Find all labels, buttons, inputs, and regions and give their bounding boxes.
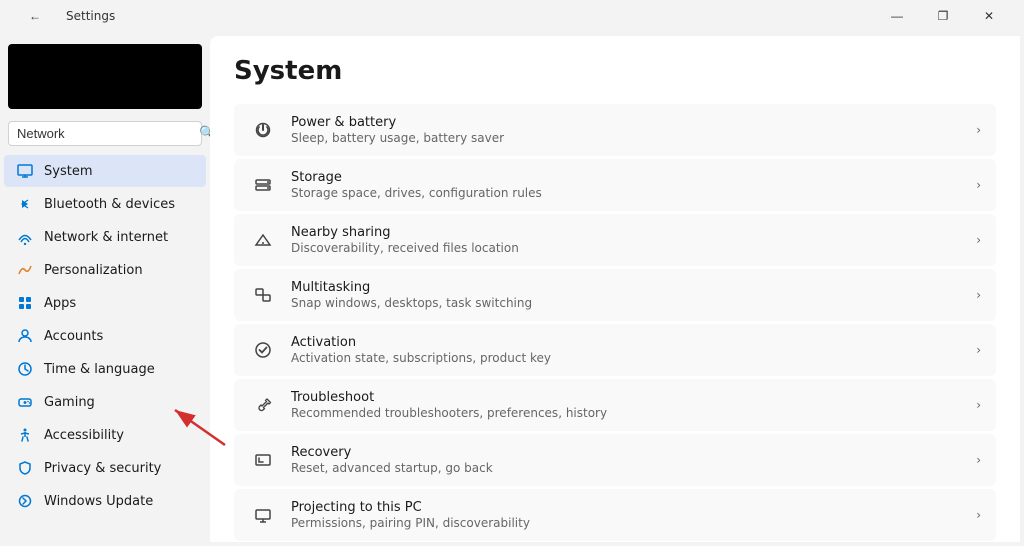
accounts-icon <box>16 327 34 345</box>
sidebar-item-label: Apps <box>44 296 76 311</box>
sidebar-item-label: Bluetooth & devices <box>44 197 175 212</box>
app-body: 🔍 System Bluetooth & devices Network & i… <box>0 32 1024 546</box>
sidebar-item-network[interactable]: Network & internet <box>4 221 206 253</box>
settings-list: Power & battery Sleep, battery usage, ba… <box>234 104 996 542</box>
settings-item-activation[interactable]: Activation Activation state, subscriptio… <box>234 324 996 376</box>
search-input[interactable] <box>17 126 193 141</box>
settings-item-title: Activation <box>291 335 962 350</box>
sidebar-item-label: Privacy & security <box>44 461 161 476</box>
settings-item-title: Troubleshoot <box>291 390 962 405</box>
sidebar-item-label: Time & language <box>44 362 155 377</box>
chevron-right-icon: › <box>976 453 981 467</box>
settings-item-multitasking[interactable]: Multitasking Snap windows, desktops, tas… <box>234 269 996 321</box>
troubleshoot-icon <box>249 391 277 419</box>
settings-item-title: Power & battery <box>291 115 962 130</box>
back-button[interactable]: ← <box>12 0 58 32</box>
title-bar: ← Settings — ❐ ✕ <box>0 0 1024 32</box>
sidebar-item-label: Windows Update <box>44 494 153 509</box>
sidebar-item-privacy[interactable]: Privacy & security <box>4 452 206 484</box>
storage-icon <box>249 171 277 199</box>
settings-item-desc: Recommended troubleshooters, preferences… <box>291 406 962 420</box>
settings-item-title: Recovery <box>291 445 962 460</box>
settings-item-recovery[interactable]: Recovery Reset, advanced startup, go bac… <box>234 434 996 486</box>
sidebar-item-label: Accessibility <box>44 428 124 443</box>
sidebar-item-label: Accounts <box>44 329 103 344</box>
profile-image <box>8 44 202 109</box>
sidebar-item-time[interactable]: Time & language <box>4 353 206 385</box>
main-panel: System Power & battery Sleep, battery us… <box>210 36 1020 542</box>
settings-item-title: Nearby sharing <box>291 225 962 240</box>
sidebar-item-label: Network & internet <box>44 230 168 245</box>
sidebar-item-accounts[interactable]: Accounts <box>4 320 206 352</box>
app-title: Settings <box>66 9 115 23</box>
settings-item-power[interactable]: Power & battery Sleep, battery usage, ba… <box>234 104 996 156</box>
privacy-icon <box>16 459 34 477</box>
sidebar-item-accessibility[interactable]: Accessibility <box>4 419 206 451</box>
settings-item-title: Projecting to this PC <box>291 500 962 515</box>
settings-item-desc: Reset, advanced startup, go back <box>291 461 962 475</box>
minimize-button[interactable]: — <box>874 0 920 32</box>
power-icon <box>249 116 277 144</box>
projecting-icon <box>249 501 277 529</box>
chevron-right-icon: › <box>976 178 981 192</box>
multitasking-icon <box>249 281 277 309</box>
page-title: System <box>234 56 996 86</box>
chevron-right-icon: › <box>976 398 981 412</box>
window-controls: — ❐ ✕ <box>874 0 1012 32</box>
settings-item-title: Storage <box>291 170 962 185</box>
settings-item-desc: Discoverability, received files location <box>291 241 962 255</box>
sidebar-item-apps[interactable]: Apps <box>4 287 206 319</box>
settings-item-desc: Storage space, drives, configuration rul… <box>291 186 962 200</box>
sidebar-item-label: Gaming <box>44 395 95 410</box>
sidebar-item-gaming[interactable]: Gaming <box>4 386 206 418</box>
settings-item-desc: Activation state, subscriptions, product… <box>291 351 962 365</box>
nearby-icon <box>249 226 277 254</box>
search-icon: 🔍 <box>199 126 210 141</box>
sidebar-item-system[interactable]: System <box>4 155 206 187</box>
chevron-right-icon: › <box>976 123 981 137</box>
system-icon <box>16 162 34 180</box>
time-icon <box>16 360 34 378</box>
gaming-icon <box>16 393 34 411</box>
recovery-icon <box>249 446 277 474</box>
chevron-right-icon: › <box>976 343 981 357</box>
settings-item-title: Multitasking <box>291 280 962 295</box>
sidebar-item-label: System <box>44 164 92 179</box>
maximize-button[interactable]: ❐ <box>920 0 966 32</box>
settings-item-storage[interactable]: Storage Storage space, drives, configura… <box>234 159 996 211</box>
sidebar-item-personalization[interactable]: Personalization <box>4 254 206 286</box>
settings-item-desc: Permissions, pairing PIN, discoverabilit… <box>291 516 962 530</box>
close-button[interactable]: ✕ <box>966 0 1012 32</box>
network-icon <box>16 228 34 246</box>
sidebar: 🔍 System Bluetooth & devices Network & i… <box>0 32 210 546</box>
bluetooth-icon <box>16 195 34 213</box>
chevron-right-icon: › <box>976 288 981 302</box>
personalization-icon <box>16 261 34 279</box>
nav-list: System Bluetooth & devices Network & int… <box>0 154 210 518</box>
update-icon <box>16 492 34 510</box>
apps-icon <box>16 294 34 312</box>
chevron-right-icon: › <box>976 233 981 247</box>
search-box[interactable]: 🔍 <box>8 121 202 146</box>
settings-item-nearby[interactable]: Nearby sharing Discoverability, received… <box>234 214 996 266</box>
settings-item-desc: Sleep, battery usage, battery saver <box>291 131 962 145</box>
chevron-right-icon: › <box>976 508 981 522</box>
sidebar-item-label: Personalization <box>44 263 143 278</box>
accessibility-icon <box>16 426 34 444</box>
activation-icon <box>249 336 277 364</box>
settings-item-troubleshoot[interactable]: Troubleshoot Recommended troubleshooters… <box>234 379 996 431</box>
sidebar-item-bluetooth[interactable]: Bluetooth & devices <box>4 188 206 220</box>
sidebar-item-update[interactable]: Windows Update <box>4 485 206 517</box>
settings-item-desc: Snap windows, desktops, task switching <box>291 296 962 310</box>
settings-item-projecting[interactable]: Projecting to this PC Permissions, pairi… <box>234 489 996 541</box>
title-bar-left: ← Settings <box>12 0 115 32</box>
